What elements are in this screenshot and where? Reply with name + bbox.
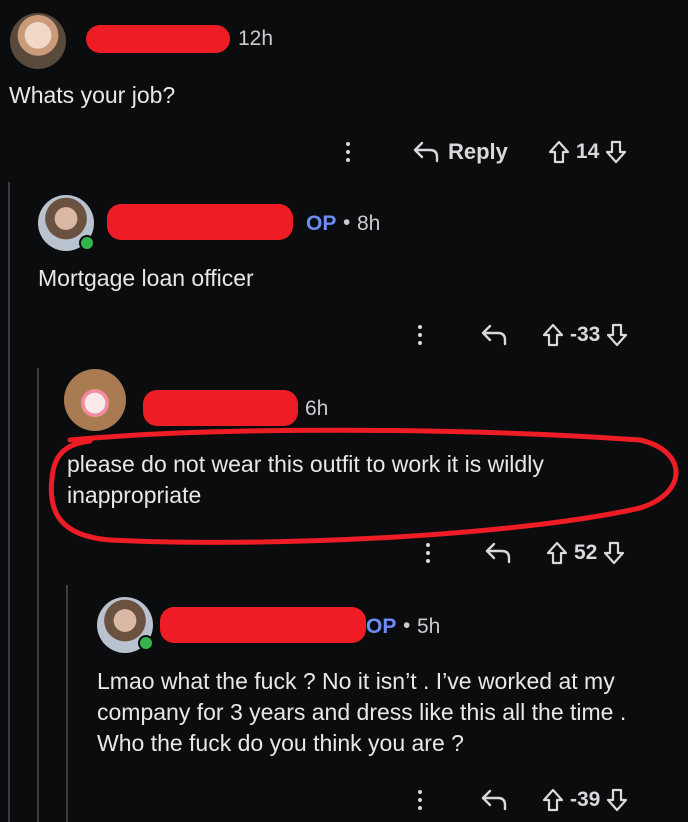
comment-text: please do not wear this outfit to work i… [67,451,544,508]
reply-label: Reply [448,139,508,164]
thread-line-level-3 [66,585,68,822]
comment-timestamp: 12h [238,27,274,50]
comment-actions: 52 [420,535,625,571]
upvote-icon[interactable] [542,788,564,812]
comment-timestamp: 8h [357,212,381,235]
redacted-username [160,607,366,643]
separator-dot: • [343,211,351,234]
avatar[interactable] [64,369,126,431]
vote-score: -33 [570,323,601,346]
op-badge: OP [306,212,337,235]
thread-line-level-1 [8,182,10,822]
downvote-icon[interactable] [606,788,628,812]
kebab-menu-icon[interactable] [340,138,356,166]
comment-text: Lmao what the fuck ? No it isn’t . I’ve … [97,668,627,756]
comment-timestamp: 6h [305,397,329,420]
op-badge: OP [366,615,397,638]
comment-timestamp: 5h [417,615,441,638]
upvote-icon[interactable] [542,323,564,347]
comment-actions: -39 [412,782,628,818]
vote-score: 14 [575,140,600,163]
upvote-icon[interactable] [546,541,568,565]
separator-dot: • [403,614,411,637]
vote-widget: 52 [546,541,625,565]
downvote-icon[interactable] [603,541,625,565]
avatar[interactable] [10,13,66,69]
redacted-username [107,204,293,240]
reply-button[interactable]: Reply [412,139,508,165]
reply-arrow-icon[interactable] [480,324,508,346]
redacted-username [86,25,230,53]
reply-arrow-icon [413,141,439,163]
downvote-icon[interactable] [606,323,628,347]
thread-line-level-2 [37,368,39,822]
vote-score: 52 [574,541,598,564]
online-status-icon [138,635,154,651]
comment-actions: -33 [412,317,628,353]
vote-widget: -39 [542,788,628,812]
comment-actions: Reply 14 [340,134,627,170]
downvote-icon[interactable] [605,140,627,164]
kebab-menu-icon[interactable] [412,786,428,814]
vote-widget: 14 [548,140,627,164]
reply-arrow-icon[interactable] [480,789,508,811]
reply-arrow-icon[interactable] [484,542,512,564]
vote-widget: -33 [542,323,628,347]
online-status-icon [79,235,95,251]
comment-text: Mortgage loan officer [38,265,254,291]
comment-text: Whats your job? [9,82,176,108]
kebab-menu-icon[interactable] [420,539,436,567]
vote-score: -39 [570,788,601,811]
redacted-username [143,390,298,426]
upvote-icon[interactable] [548,140,570,164]
kebab-menu-icon[interactable] [412,321,428,349]
